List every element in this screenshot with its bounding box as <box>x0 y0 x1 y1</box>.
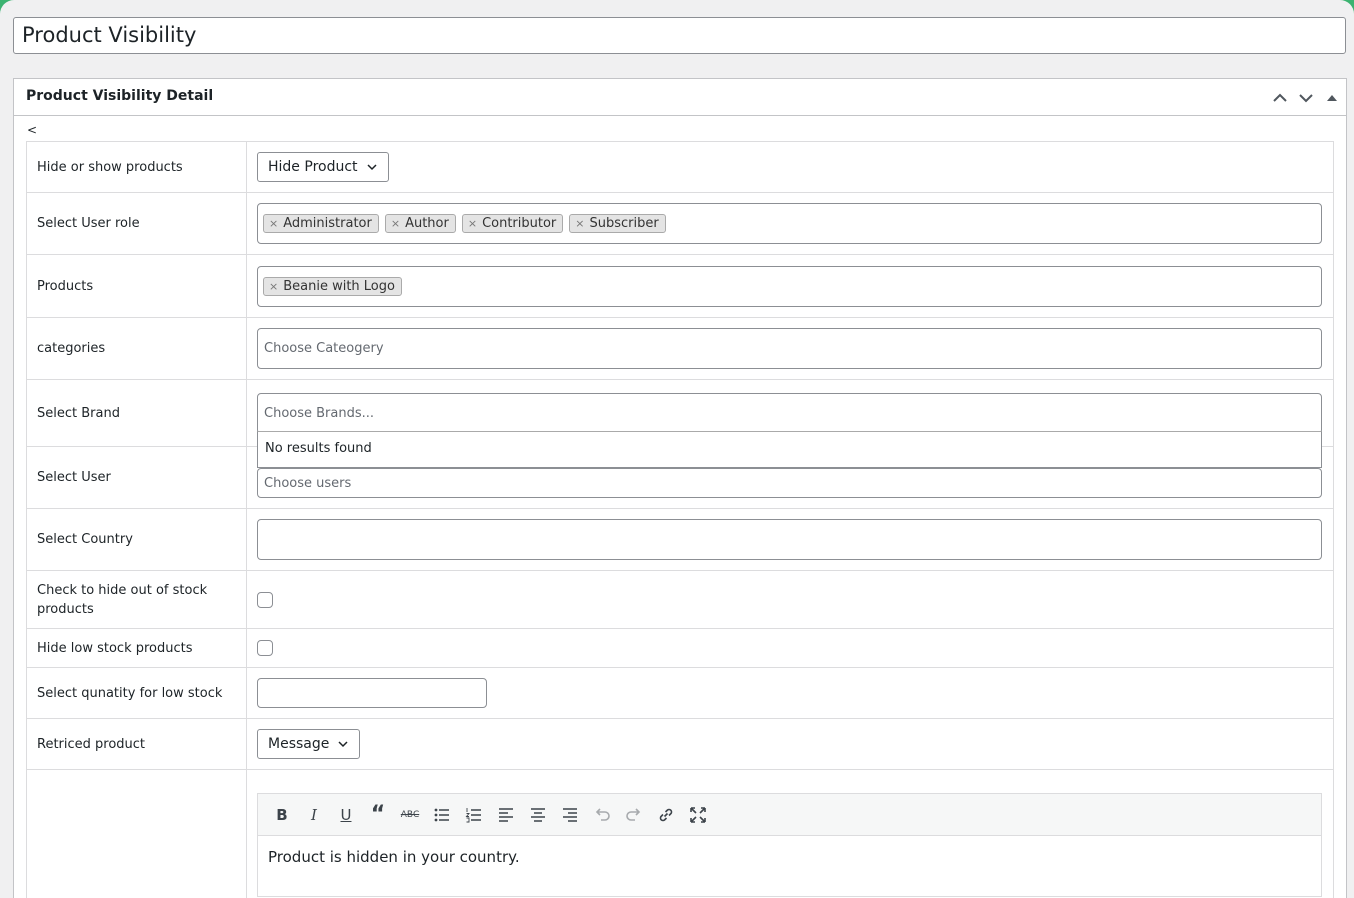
chip-contributor: × Contributor <box>461 214 564 233</box>
strikethrough-icon[interactable]: ABC <box>394 800 426 830</box>
align-left-icon[interactable] <box>490 800 522 830</box>
country-multiselect[interactable] <box>257 519 1322 560</box>
editor-toolbar: B I U “ ABC <box>258 794 1321 836</box>
low-stock-checkbox[interactable] <box>257 640 273 656</box>
fullscreen-icon[interactable] <box>682 800 714 830</box>
brand-dropdown: No results found <box>257 431 1322 468</box>
restricted-select[interactable]: Message <box>257 729 361 759</box>
numbered-list-icon[interactable] <box>458 800 490 830</box>
admin-page: Product Visibility Product Visibility De… <box>0 0 1354 898</box>
chip-label: Contributor <box>482 216 557 231</box>
chip-label: Beanie with Logo <box>283 278 395 294</box>
label-low-stock-qty: Select qunatity for low stock <box>26 667 247 719</box>
chevron-down-icon <box>338 741 348 748</box>
row-message-editor: B I U “ ABC Product is hidden in your co… <box>26 769 1334 898</box>
stray-text: < <box>27 123 38 137</box>
remove-chip-icon[interactable]: × <box>575 217 584 230</box>
bold-icon[interactable]: B <box>266 800 298 830</box>
label-user: Select User <box>26 446 247 509</box>
chip-administrator: × Administrator <box>263 214 379 233</box>
editor-content[interactable]: Product is hidden in your country. <box>258 836 1321 896</box>
remove-chip-icon[interactable]: × <box>391 217 400 230</box>
brand-multiselect[interactable]: Choose Brands... <box>257 392 1322 434</box>
underline-icon[interactable]: U <box>330 800 362 830</box>
move-up-icon[interactable] <box>1270 88 1290 108</box>
redo-icon[interactable] <box>618 800 650 830</box>
label-country: Select Country <box>26 508 247 571</box>
remove-chip-icon[interactable]: × <box>468 217 477 230</box>
link-icon[interactable] <box>650 800 682 830</box>
remove-chip-icon[interactable]: × <box>269 217 278 230</box>
label-hide-show: Hide or show products <box>26 141 247 193</box>
brand-placeholder: Choose Brands... <box>264 405 375 421</box>
label-low-stock: Hide low stock products <box>26 628 247 668</box>
label-restricted: Retriced product <box>26 718 247 770</box>
row-brand: Select Brand Choose Brands... No results… <box>26 379 1334 468</box>
low-stock-qty-input[interactable] <box>257 678 487 708</box>
align-right-icon[interactable] <box>554 800 586 830</box>
products-multiselect[interactable]: × Beanie with Logo <box>257 265 1322 307</box>
label-user-role: Select User role <box>26 192 247 255</box>
hide-show-value: Hide Product <box>268 159 358 175</box>
remove-chip-icon[interactable]: × <box>269 280 278 293</box>
title-input[interactable]: Product Visibility <box>13 17 1346 54</box>
row-country: Select Country <box>26 508 1334 571</box>
row-categories: categories Choose Cateogery <box>26 317 1334 380</box>
label-out-of-stock: Check to hide out of stock products <box>26 570 247 629</box>
product-visibility-metabox: Product Visibility Detail < Hide or show… <box>13 78 1347 898</box>
label-categories: categories <box>26 317 247 380</box>
chip-label: Administrator <box>283 216 372 231</box>
label-empty <box>26 769 247 898</box>
row-products: Products × Beanie with Logo <box>26 254 1334 318</box>
out-of-stock-checkbox[interactable] <box>257 591 273 608</box>
chevron-down-icon <box>367 164 377 171</box>
toggle-panel-icon[interactable] <box>1322 88 1342 108</box>
blockquote-icon[interactable]: “ <box>362 800 394 830</box>
metabox-title: Product Visibility Detail <box>26 88 214 104</box>
label-products: Products <box>26 254 247 318</box>
chip-label: Author <box>405 216 449 231</box>
row-user-role: Select User role × Administrator × Author … <box>26 192 1334 255</box>
chip-label: Subscriber <box>589 216 659 231</box>
italic-icon[interactable]: I <box>298 800 330 830</box>
align-center-icon[interactable] <box>522 800 554 830</box>
restricted-value: Message <box>268 736 330 752</box>
categories-multiselect[interactable]: Choose Cateogery <box>257 328 1322 369</box>
chip-beanie-with-logo: × Beanie with Logo <box>263 276 402 296</box>
no-results-text: No results found <box>265 441 372 456</box>
undo-icon[interactable] <box>586 800 618 830</box>
label-brand: Select Brand <box>26 379 247 447</box>
row-hide-show: Hide or show products Hide Product <box>26 141 1334 193</box>
row-low-stock: Hide low stock products <box>26 628 1334 668</box>
bullet-list-icon[interactable] <box>426 800 458 830</box>
user-multiselect[interactable]: Choose users <box>257 468 1322 498</box>
hide-show-select[interactable]: Hide Product <box>257 152 389 182</box>
categories-placeholder: Choose Cateogery <box>264 341 384 356</box>
move-down-icon[interactable] <box>1296 88 1316 108</box>
row-low-stock-qty: Select qunatity for low stock <box>26 667 1334 719</box>
user-placeholder: Choose users <box>264 475 352 491</box>
row-out-of-stock: Check to hide out of stock products <box>26 570 1334 629</box>
message-editor: B I U “ ABC Product is hidden in your co… <box>257 793 1322 897</box>
visibility-form-table: Hide or show products Hide Product Selec… <box>26 141 1334 898</box>
chip-subscriber: × Subscriber <box>569 214 666 233</box>
user-role-multiselect[interactable]: × Administrator × Author × Contributor × Sub… <box>257 203 1322 244</box>
chip-author: × Author <box>384 214 456 233</box>
row-restricted: Retriced product Message <box>26 718 1334 770</box>
metabox-header: Product Visibility Detail <box>14 79 1346 116</box>
